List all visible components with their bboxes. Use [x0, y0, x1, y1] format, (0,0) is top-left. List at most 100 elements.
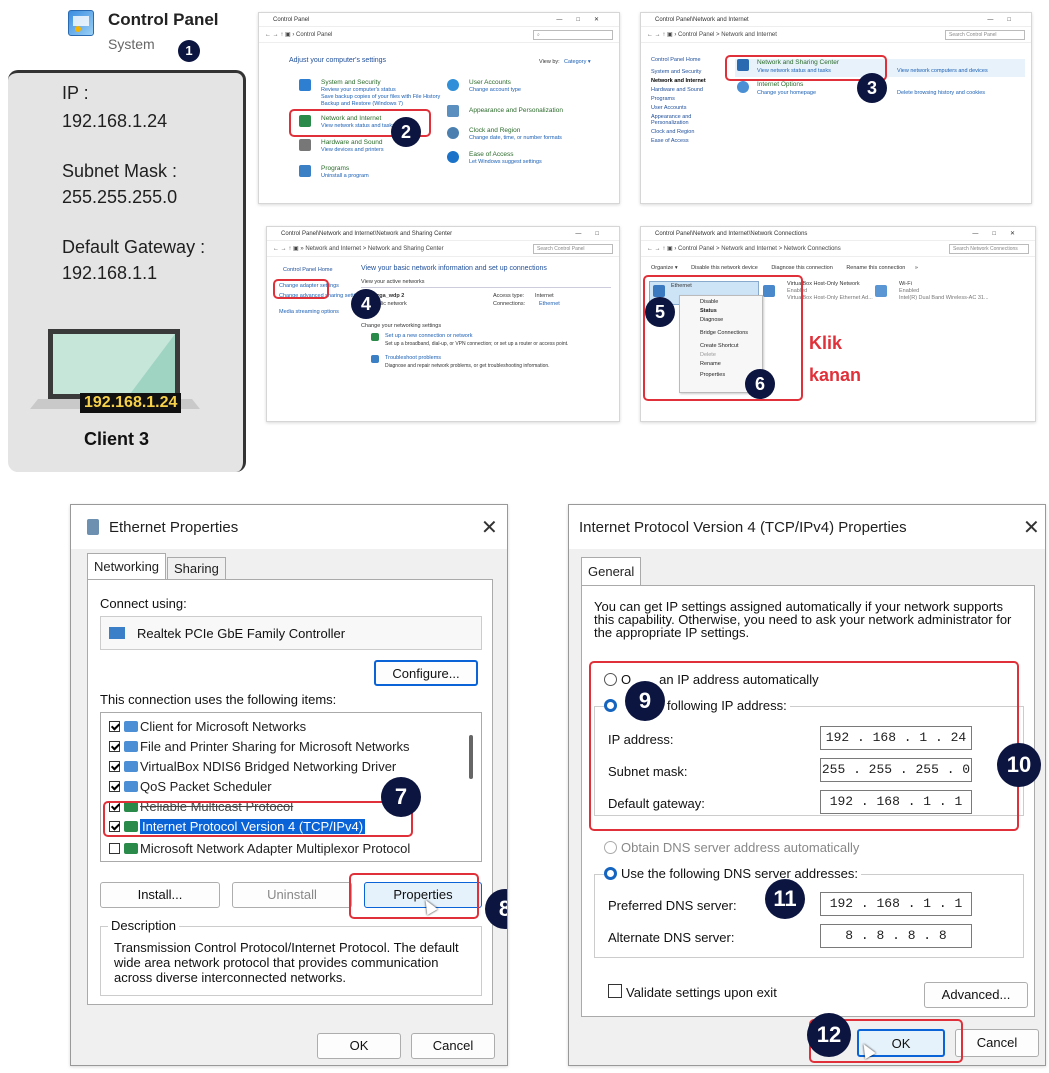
cat-system-security[interactable]: System and Security — [321, 79, 381, 86]
cat-ease-access[interactable]: Ease of Access — [469, 151, 513, 158]
nc-toolbar: Organize ▾ Disable this network device D… — [651, 265, 918, 271]
control-panel-title: Control Panel — [108, 10, 219, 29]
item-label: File and Printer Sharing for Microsoft N… — [140, 739, 410, 754]
internet-options-sublink[interactable]: Change your homepage — [757, 90, 816, 96]
ok-button[interactable]: OK — [317, 1033, 401, 1059]
use-dns-label: Use the following DNS server addresses: — [621, 866, 858, 881]
list-item[interactable]: VirtualBox NDIS6 Bridged Networking Driv… — [109, 759, 396, 774]
setup-connection-link[interactable]: Set up a new connection or network — [385, 333, 472, 339]
more-button[interactable]: » — [915, 265, 918, 271]
sidebar-item[interactable]: Clock and Region — [651, 129, 731, 135]
rename-button[interactable]: Rename this connection — [846, 265, 905, 271]
list-item[interactable]: Microsoft Network Adapter Multiplexor Pr… — [109, 841, 410, 856]
cat-user-link[interactable]: Change account type — [469, 87, 521, 93]
close-icon[interactable]: ✕ — [481, 515, 498, 540]
client-icon — [124, 721, 138, 732]
sidebar-item[interactable]: System and Security — [651, 69, 731, 75]
uninstall-button[interactable]: Uninstall — [232, 882, 352, 908]
step-badge-1: 1 — [178, 40, 200, 62]
list-scrollbar[interactable] — [469, 735, 473, 779]
window-controls[interactable]: —□✕ — [972, 227, 1029, 241]
search-input[interactable]: Search Control Panel — [945, 30, 1025, 40]
organize-button[interactable]: Organize ▾ — [651, 265, 678, 271]
internet-options-link[interactable]: Internet Options — [757, 81, 803, 88]
cancel-button[interactable]: Cancel — [411, 1033, 495, 1059]
tab-general[interactable]: General — [581, 557, 642, 585]
network-internet-window: Control Panel\Network and Internet —□ ← →… — [640, 12, 1032, 204]
diagnose-button[interactable]: Diagnose this connection — [771, 265, 832, 271]
window-controls[interactable]: —□✕ — [556, 13, 613, 27]
sidebar-item[interactable]: Ease of Access — [651, 138, 731, 144]
control-panel-icon — [68, 10, 94, 36]
sidebar-item[interactable]: User Accounts — [651, 105, 731, 111]
nsc-addressbar[interactable]: ← → ↑ ▣ » Network and Internet > Network… — [267, 241, 619, 257]
cat-system-security-link[interactable]: Review your computer's status — [321, 87, 396, 93]
shield-icon — [299, 79, 311, 91]
configure-button[interactable]: Configure... — [374, 660, 478, 686]
validate-checkbox[interactable]: Validate settings upon exit — [608, 984, 777, 1000]
ethernet-connection-link[interactable]: Ethernet — [539, 301, 560, 307]
step1-card[interactable]: Control Panel System 1 — [60, 0, 240, 66]
install-button[interactable]: Install... — [100, 882, 220, 908]
advanced-button[interactable]: Advanced... — [924, 982, 1028, 1008]
system-label: System — [108, 36, 155, 52]
alternate-dns-field[interactable]: 8 . 8 . 8 . 8 — [820, 924, 972, 948]
cat-appearance[interactable]: Appearance and Personalization — [469, 107, 563, 114]
media-streaming-link[interactable]: Media streaming options — [279, 309, 339, 315]
sidebar-item[interactable]: Control Panel Home — [651, 57, 731, 63]
client-card: IP : 192.168.1.24 Subnet Mask : 255.255.… — [8, 70, 246, 472]
cat-clock-region[interactable]: Clock and Region — [469, 127, 520, 134]
nc-addressbar[interactable]: ← → ↑ ▣ › Control Panel > Network and In… — [641, 241, 1035, 257]
cp-addressbar[interactable]: ← → ↑ ▣ › Control Panel ⌕ — [259, 27, 619, 43]
cat-hardware-sound[interactable]: Hardware and Sound — [321, 139, 382, 146]
tab-sharing[interactable]: Sharing — [167, 557, 226, 579]
sidebar-item[interactable]: Hardware and Sound — [651, 87, 731, 93]
cat-user-accounts[interactable]: User Accounts — [469, 79, 511, 86]
list-item[interactable]: Client for Microsoft Networks — [109, 719, 306, 734]
search-input[interactable]: Search Network Connections — [949, 244, 1029, 254]
ni-addressbar[interactable]: ← → ↑ ▣ › Control Panel > Network and In… — [641, 27, 1031, 43]
item-checkbox[interactable] — [109, 843, 120, 854]
sidebar-item[interactable]: Programs — [651, 96, 731, 102]
checkbox[interactable] — [608, 984, 622, 998]
disable-device-button[interactable]: Disable this network device — [691, 265, 758, 271]
cat-programs-link[interactable]: Uninstall a program — [321, 173, 369, 179]
step-badge-11: 11 — [765, 879, 805, 919]
sidebar-item-active[interactable]: Network and Internet — [651, 78, 731, 84]
view-network-computers-link[interactable]: View network computers and devices — [897, 68, 988, 74]
window-controls[interactable]: —□ — [987, 13, 1025, 27]
search-input[interactable]: ⌕ — [533, 30, 613, 40]
cat-link-extra[interactable]: Save backup copies of your files with Fi… — [321, 94, 440, 100]
search-input[interactable]: Search Control Panel — [533, 244, 613, 254]
item-checkbox[interactable] — [109, 721, 120, 732]
highlight-ethernet-menu — [643, 275, 803, 401]
view-by-select[interactable]: Category ▾ — [564, 59, 591, 65]
radio-button[interactable] — [604, 867, 617, 880]
mask-label: Subnet Mask : — [62, 161, 178, 181]
cat-programs[interactable]: Programs — [321, 165, 349, 172]
use-dns-radio[interactable]: Use the following DNS server addresses: — [604, 866, 861, 881]
troubleshoot-link[interactable]: Troubleshoot problems — [385, 355, 441, 361]
cat-hardware-link[interactable]: View devices and printers — [321, 147, 384, 153]
item-checkbox[interactable] — [109, 781, 120, 792]
list-item[interactable]: QoS Packet Scheduler — [109, 779, 272, 794]
window-controls[interactable]: —□ — [575, 227, 613, 241]
item-checkbox[interactable] — [109, 761, 120, 772]
radio-button[interactable] — [604, 841, 617, 854]
sidebar-item[interactable]: Appearance and Personalization — [651, 114, 711, 126]
cat-link-extra2[interactable]: Backup and Restore (Windows 7) — [321, 101, 403, 107]
tab-networking[interactable]: Networking — [87, 553, 167, 579]
delete-history-link[interactable]: Delete browsing history and cookies — [897, 90, 985, 96]
cat-ease-link[interactable]: Let Windows suggest settings — [469, 159, 542, 165]
item-checkbox[interactable] — [109, 741, 120, 752]
ethernet-properties-dialog: Ethernet Properties ✕ Networking Sharing… — [70, 504, 508, 1066]
preferred-dns-field[interactable]: 192 . 168 . 1 . 1 — [820, 892, 972, 916]
adapter-name: Realtek PCIe GbE Family Controller — [137, 626, 346, 641]
close-icon[interactable]: ✕ — [1023, 515, 1040, 540]
ni-title: Control Panel\Network and Internet — [655, 17, 749, 23]
cancel-button[interactable]: Cancel — [955, 1029, 1039, 1057]
auto-dns-radio[interactable]: Obtain DNS server address automatically — [604, 840, 859, 855]
cat-clock-link[interactable]: Change date, time, or number formats — [469, 135, 562, 141]
list-item[interactable]: File and Printer Sharing for Microsoft N… — [109, 739, 409, 754]
sidebar-home[interactable]: Control Panel Home — [283, 267, 333, 273]
